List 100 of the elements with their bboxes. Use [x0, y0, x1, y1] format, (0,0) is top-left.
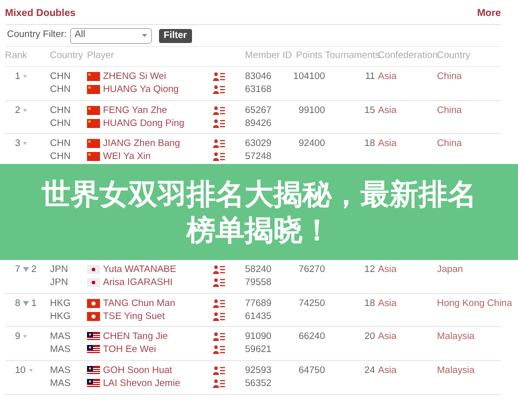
section-title: Mixed Doubles: [5, 7, 76, 21]
country-code: MAS: [50, 364, 72, 378]
profile-list-icon[interactable]: [213, 85, 225, 94]
profile-list-icon[interactable]: [213, 139, 225, 148]
player-name[interactable]: Yuta WATANABE: [103, 263, 176, 276]
member-id: 79558: [245, 276, 272, 290]
tournaments: 24: [364, 364, 376, 378]
tournaments: 20: [364, 330, 376, 344]
caret-icon: [142, 34, 147, 37]
country-code: CHN: [50, 104, 72, 117]
member-id: 57248: [245, 150, 272, 164]
profile-list-icon[interactable]: [213, 106, 225, 115]
country-name: Malaysia: [437, 330, 476, 344]
player-name[interactable]: CHEN Tang Jie: [103, 330, 168, 344]
confederation: Asia: [378, 296, 398, 310]
tournaments: 12: [364, 263, 376, 276]
member-id: 59621: [245, 343, 272, 356]
player-name[interactable]: Arisa IGARASHI: [103, 276, 173, 290]
profile-list-icon[interactable]: [213, 312, 225, 321]
profile-list-icon[interactable]: [213, 265, 225, 274]
profile-list-icon[interactable]: [213, 278, 225, 288]
rank: 8: [15, 296, 20, 310]
profile-list-icon[interactable]: [213, 366, 225, 376]
confederation: Asia: [378, 137, 398, 150]
player-name[interactable]: HUANG Dong Ping: [103, 116, 184, 130]
profile-list-icon[interactable]: [213, 152, 225, 162]
player-name[interactable]: TANG Chun Man: [103, 296, 176, 310]
player-name[interactable]: JIANG Zhen Bang: [103, 137, 180, 150]
points: 76270: [298, 263, 325, 276]
points: 66240: [298, 330, 325, 344]
tournaments: 11: [365, 70, 376, 83]
profile-list-icon[interactable]: [213, 298, 225, 308]
filter-label: Country Filter:: [7, 28, 67, 42]
rank: 3: [15, 137, 20, 150]
country-code: MAS: [50, 343, 72, 356]
rank-change: 1: [31, 296, 37, 310]
member-id: 91090: [245, 330, 272, 344]
member-id: 56352: [245, 377, 272, 390]
column-header: Member ID: [245, 49, 293, 64]
member-id: 65267: [245, 104, 272, 117]
country-code: MAS: [50, 377, 72, 390]
more-link[interactable]: More: [477, 6, 501, 21]
rank: 2: [15, 104, 20, 117]
country-name: China: [437, 70, 463, 83]
column-header: Rank: [5, 49, 28, 64]
column-header: Country: [50, 49, 84, 64]
member-id: 58240: [245, 263, 272, 276]
tournaments: 18: [364, 137, 376, 150]
country-code: HKG: [50, 296, 72, 310]
country-name: China: [437, 104, 463, 117]
confederation: Asia: [378, 364, 398, 378]
country-code: CHN: [50, 70, 72, 83]
member-id: 83046: [245, 70, 272, 83]
player-name[interactable]: TSE Ying Suet: [103, 310, 165, 323]
country-code: HKG: [50, 310, 72, 323]
member-id: 92593: [245, 364, 272, 378]
profile-list-icon[interactable]: [213, 72, 225, 81]
points: 74250: [298, 296, 325, 310]
player-name[interactable]: TOH Ee Wei: [103, 343, 156, 356]
points: 99100: [298, 104, 325, 117]
rank-change: 2: [31, 263, 37, 276]
banner-title: 世界女双羽排名大揭秘，最新排名榜单揭晓！: [40, 176, 478, 248]
player-name[interactable]: LAI Shevon Jemie: [103, 377, 180, 390]
player-name[interactable]: ZHENG Si Wei: [103, 70, 166, 83]
points: 104100: [293, 70, 325, 83]
points: 92400: [298, 137, 325, 150]
player-name[interactable]: FENG Yan Zhe: [103, 104, 168, 117]
player-name[interactable]: GOH Soon Huat: [103, 364, 172, 378]
column-header: Points: [295, 49, 324, 64]
confederation: Asia: [378, 70, 398, 83]
country-code: CHN: [50, 83, 72, 96]
country-name: Malaysia: [437, 364, 476, 378]
rank: 10: [15, 364, 26, 378]
column-header: Tournaments: [325, 49, 378, 64]
points: 64750: [298, 364, 325, 378]
country-code: CHN: [50, 116, 72, 130]
country-code: JPN: [50, 276, 69, 290]
rank: 1: [15, 70, 20, 83]
country-name: Japan: [437, 263, 464, 276]
column-header: Country: [437, 49, 472, 64]
player-name[interactable]: HUANG Ya Qiong: [103, 83, 179, 96]
profile-list-icon[interactable]: [213, 332, 225, 342]
member-id: 89426: [245, 116, 272, 130]
tournaments: 18: [364, 296, 376, 310]
column-header: Confederation: [378, 49, 437, 64]
column-header: Player: [87, 49, 115, 64]
profile-list-icon[interactable]: [213, 345, 225, 354]
player-name[interactable]: WEI Ya Xin: [103, 150, 151, 164]
member-id: 63168: [245, 83, 272, 96]
country-code: JPN: [50, 263, 69, 276]
country-name: China: [437, 137, 463, 150]
filter-button[interactable]: Filter: [158, 28, 192, 42]
profile-list-icon[interactable]: [213, 118, 225, 128]
tournaments: 15: [364, 104, 376, 117]
country-name: Hong Kong China: [437, 296, 512, 310]
confederation: Asia: [378, 330, 398, 344]
country-dropdown[interactable]: All: [70, 28, 152, 44]
profile-list-icon[interactable]: [213, 379, 225, 388]
rank: 7: [15, 263, 20, 276]
member-id: 63029: [245, 137, 272, 150]
